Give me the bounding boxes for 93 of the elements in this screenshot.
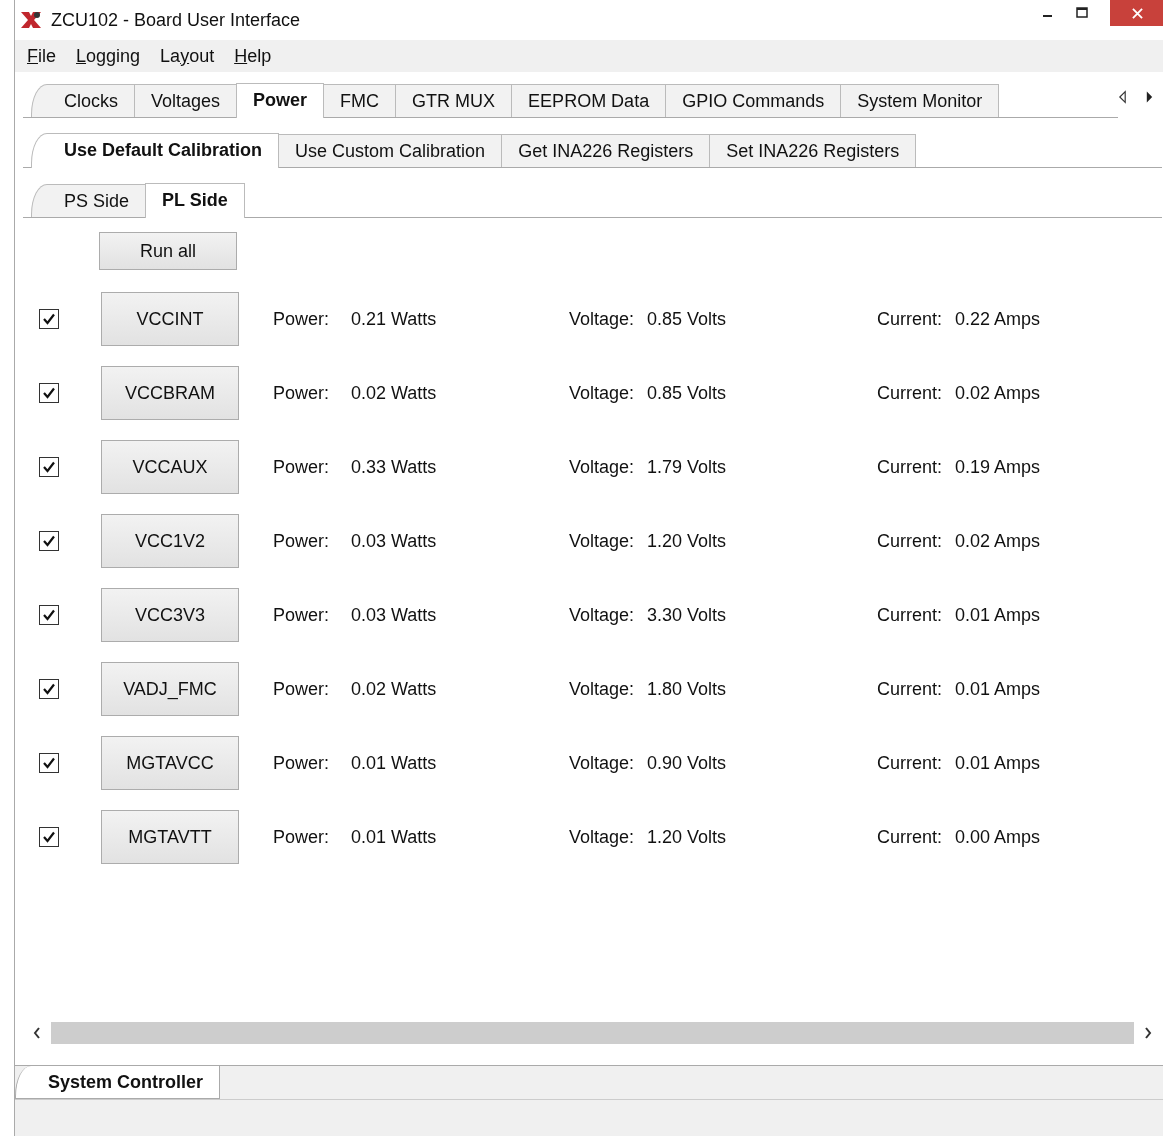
tab[interactable]: GPIO Commands <box>665 84 842 117</box>
current-label: Current: <box>877 456 944 478</box>
menu-item[interactable]: Layout <box>160 45 215 67</box>
checkbox[interactable] <box>39 679 59 699</box>
checkbox[interactable] <box>39 309 59 329</box>
voltage-value: 0.85 Volts <box>647 382 727 404</box>
current-value: 0.01 Amps <box>955 678 1041 700</box>
tab[interactable]: GTR MUX <box>395 84 513 117</box>
power-value: 0.02 Watts <box>351 678 437 700</box>
checkbox[interactable] <box>39 753 59 773</box>
tab[interactable]: PS Side <box>31 184 147 217</box>
power-value: 0.03 Watts <box>351 604 437 626</box>
power-label: Power: <box>273 308 331 330</box>
voltage-value: 3.30 Volts <box>647 604 727 626</box>
voltage-label: Voltage: <box>569 530 636 552</box>
voltage-label: Voltage: <box>569 752 636 774</box>
scroll-right-icon[interactable] <box>1145 90 1154 104</box>
tab[interactable]: Voltages <box>134 84 238 117</box>
current-value: 0.00 Amps <box>955 826 1041 848</box>
current-value: 0.01 Amps <box>955 752 1041 774</box>
rail-button[interactable]: MGTAVCC <box>101 736 239 790</box>
voltage-label: Voltage: <box>569 604 636 626</box>
voltage-label: Voltage: <box>569 678 636 700</box>
current-value: 0.02 Amps <box>955 382 1041 404</box>
current-value: 0.02 Amps <box>955 530 1041 552</box>
horizontal-scrollbar[interactable] <box>33 1021 1152 1045</box>
power-value: 0.02 Watts <box>351 382 437 404</box>
current-label: Current: <box>877 826 944 848</box>
current-value: 0.22 Amps <box>955 308 1041 330</box>
rail-button[interactable]: VCCAUX <box>101 440 239 494</box>
close-button[interactable] <box>1110 0 1163 26</box>
menu-item[interactable]: File <box>27 45 56 67</box>
voltage-value: 1.79 Volts <box>647 456 727 478</box>
menu-item[interactable]: Logging <box>76 45 141 67</box>
rail-button[interactable]: VCCBRAM <box>101 366 239 420</box>
current-value: 0.01 Amps <box>955 604 1041 626</box>
current-label: Current: <box>877 382 944 404</box>
power-value: 0.33 Watts <box>351 456 437 478</box>
power-label: Power: <box>273 752 331 774</box>
voltage-label: Voltage: <box>569 826 636 848</box>
maximize-icon[interactable] <box>1076 7 1088 19</box>
tab[interactable]: Use Default Calibration <box>31 133 280 168</box>
power-label: Power: <box>273 530 331 552</box>
current-label: Current: <box>877 678 944 700</box>
tab[interactable]: FMC <box>323 84 397 117</box>
power-label: Power: <box>273 382 331 404</box>
voltage-value: 1.20 Volts <box>647 826 727 848</box>
current-value: 0.19 Amps <box>955 456 1041 478</box>
rail-button[interactable]: VCC3V3 <box>101 588 239 642</box>
rail-button[interactable]: VCC1V2 <box>101 514 239 568</box>
power-label: Power: <box>273 456 331 478</box>
voltage-label: Voltage: <box>569 382 636 404</box>
current-label: Current: <box>877 752 944 774</box>
power-value: 0.21 Watts <box>351 308 437 330</box>
voltage-label: Voltage: <box>569 308 636 330</box>
voltage-value: 0.85 Volts <box>647 308 727 330</box>
tab[interactable]: EEPROM Data <box>511 84 667 117</box>
tab[interactable]: Use Custom Calibration <box>278 134 503 167</box>
power-value: 0.01 Watts <box>351 752 437 774</box>
tab[interactable]: Clocks <box>31 84 135 117</box>
voltage-value: 1.80 Volts <box>647 678 727 700</box>
tab[interactable]: Power <box>236 83 325 118</box>
checkbox[interactable] <box>39 457 59 477</box>
checkbox[interactable] <box>39 827 59 847</box>
rail-button[interactable]: VCCINT <box>101 292 239 346</box>
checkbox[interactable] <box>39 383 59 403</box>
current-label: Current: <box>877 604 944 626</box>
menu-item[interactable]: Help <box>234 45 272 67</box>
tab[interactable]: System Controller <box>15 1066 221 1099</box>
voltage-label: Voltage: <box>569 456 636 478</box>
tab[interactable]: System Monitor <box>840 84 1000 117</box>
current-label: Current: <box>877 530 944 552</box>
checkbox[interactable] <box>39 531 59 551</box>
scroll-right-icon[interactable] <box>1144 1027 1152 1039</box>
tab[interactable]: Get INA226 Registers <box>501 134 711 167</box>
power-label: Power: <box>273 678 331 700</box>
power-label: Power: <box>273 826 331 848</box>
checkbox[interactable] <box>39 605 59 625</box>
scroll-left-icon[interactable] <box>1118 90 1127 104</box>
power-value: 0.01 Watts <box>351 826 437 848</box>
rail-button[interactable]: VADJ_FMC <box>101 662 239 716</box>
rail-button[interactable]: MGTAVTT <box>101 810 239 864</box>
voltage-value: 1.20 Volts <box>647 530 727 552</box>
run-all-button[interactable]: Run all <box>99 232 237 270</box>
scroll-left-icon[interactable] <box>33 1027 41 1039</box>
tab[interactable]: Set INA226 Registers <box>709 134 917 167</box>
tab[interactable]: PL Side <box>145 183 245 218</box>
close-icon <box>1131 7 1143 19</box>
current-label: Current: <box>877 308 944 330</box>
power-label: Power: <box>273 604 331 626</box>
voltage-value: 0.90 Volts <box>647 752 727 774</box>
power-value: 0.03 Watts <box>351 530 437 552</box>
window-title: ZCU102 - Board User Interface <box>51 9 301 31</box>
